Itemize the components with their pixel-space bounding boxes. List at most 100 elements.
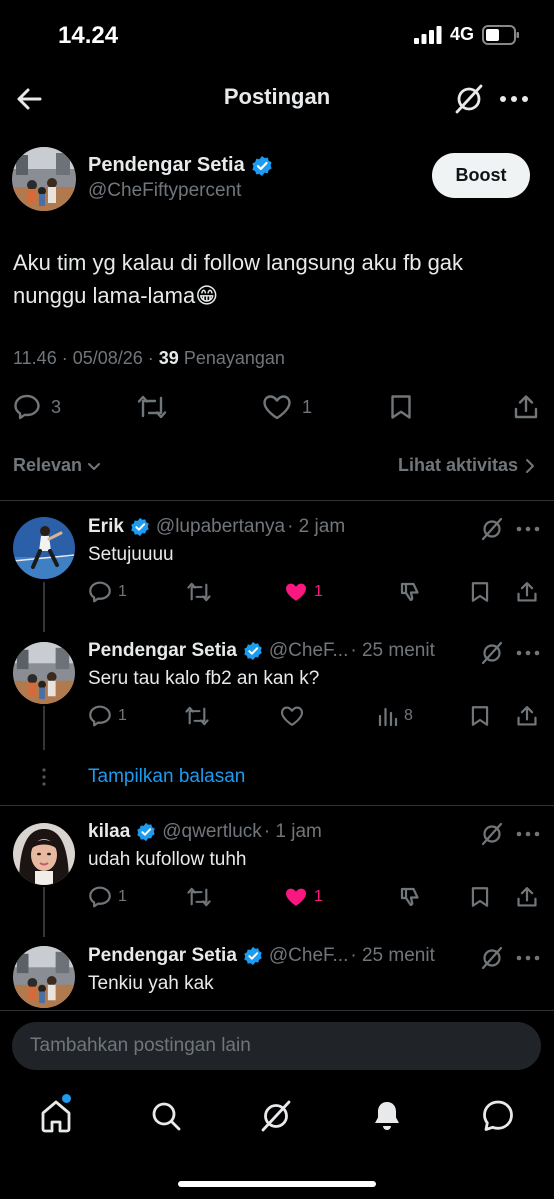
reply-author-handle[interactable]: @CheF... [269, 640, 348, 662]
share-action[interactable] [516, 886, 538, 908]
reply-author-handle[interactable]: @CheF... [269, 945, 348, 967]
reply-author-handle[interactable]: @qwertluck [162, 821, 262, 843]
share-icon [517, 887, 537, 907]
share-action[interactable] [513, 394, 539, 420]
like-action[interactable]: 1 [262, 394, 312, 420]
reply-icon [89, 886, 111, 908]
nav-home[interactable] [38, 1098, 74, 1134]
heart-filled-icon [286, 583, 306, 601]
reply-avatar[interactable] [13, 946, 75, 1008]
grok-button[interactable] [479, 516, 505, 542]
share-action[interactable] [516, 705, 538, 727]
reply-action[interactable]: 1 [88, 886, 127, 908]
thread-line [43, 582, 45, 632]
bookmark-action[interactable] [470, 581, 490, 603]
views-label: Penayangan [183, 348, 285, 368]
author-name-row[interactable]: Pendengar Setia [88, 154, 273, 177]
reply-text: Seru tau kalo fb2 an kan k? [88, 668, 320, 689]
share-action[interactable] [516, 581, 538, 603]
author-avatar[interactable] [12, 147, 76, 211]
more-horizontal-icon [516, 526, 540, 532]
reply-count: 1 [118, 888, 127, 905]
reply-time: · 25 menit [350, 640, 435, 661]
reply-avatar[interactable] [13, 517, 75, 579]
views-action[interactable]: 8 [378, 705, 413, 727]
reply-time: · 2 jam [287, 516, 346, 537]
repost-action[interactable] [184, 705, 210, 727]
grok-icon [455, 84, 483, 114]
heart-filled-icon [286, 888, 306, 906]
more-options-button[interactable] [515, 518, 541, 540]
nav-messages[interactable] [480, 1098, 516, 1134]
reply-header: Pendengar Setia @CheF... · 25 menit [88, 640, 435, 662]
downvote-action[interactable] [399, 886, 423, 908]
reply-text: udah kufollow tuhh [88, 849, 247, 870]
grok-button[interactable] [479, 640, 505, 666]
reply-author-name[interactable]: Pendengar Setia [88, 945, 237, 967]
repost-action[interactable] [136, 394, 168, 420]
grok-icon [481, 822, 503, 846]
repost-action[interactable] [186, 886, 212, 908]
like-action[interactable]: 1 [284, 886, 323, 908]
reply-text: Tenkiu yah kak [88, 973, 214, 994]
reply-author-name[interactable]: kilaa [88, 821, 130, 843]
nav-notifications[interactable] [369, 1098, 405, 1134]
reply-icon [89, 581, 111, 603]
grok-icon [481, 641, 503, 665]
sort-dropdown[interactable]: Relevan [13, 455, 102, 476]
signal-icon [413, 25, 442, 44]
status-time: 14.24 [58, 22, 119, 49]
grok-icon [481, 946, 503, 970]
heart-icon [280, 706, 304, 726]
thread-line [43, 887, 45, 937]
grok-icon [481, 517, 503, 541]
bookmark-action[interactable] [470, 886, 490, 908]
reply-avatar[interactable] [13, 823, 75, 885]
reply-avatar[interactable] [13, 642, 75, 704]
downvote-action[interactable] [399, 581, 423, 603]
more-options-button[interactable] [515, 823, 541, 845]
bookmark-icon [391, 395, 411, 419]
battery-icon [482, 24, 519, 45]
grok-button[interactable] [479, 945, 505, 971]
author-handle[interactable]: @CheFiftypercent [88, 180, 241, 202]
bell-icon [375, 1102, 399, 1130]
reply-header: Pendengar Setia @CheF... · 25 menit [88, 945, 435, 967]
notification-dot [62, 1094, 71, 1103]
reply-composer-input[interactable]: Tambahkan postingan lain [12, 1022, 541, 1070]
more-horizontal-icon [516, 650, 540, 656]
author-name[interactable]: Pendengar Setia [88, 154, 245, 177]
grok-button[interactable] [452, 82, 486, 116]
reply-action[interactable]: 1 [88, 705, 127, 727]
like-action[interactable]: 1 [284, 581, 323, 603]
home-icon [41, 1100, 71, 1133]
reply-action[interactable]: 1 [88, 581, 127, 603]
like-action[interactable] [280, 705, 304, 727]
more-options-button[interactable] [515, 642, 541, 664]
boost-button[interactable]: Boost [432, 153, 530, 198]
reply-author-name[interactable]: Erik [88, 516, 124, 538]
heart-icon [263, 395, 291, 420]
bookmark-action[interactable] [389, 394, 413, 420]
nav-search[interactable] [148, 1098, 184, 1134]
repost-action[interactable] [186, 581, 212, 603]
bookmark-action[interactable] [470, 705, 490, 727]
show-replies-link[interactable]: Tampilkan balasan [88, 766, 245, 788]
grok-button[interactable] [479, 821, 505, 847]
nav-grok[interactable] [258, 1098, 294, 1134]
more-horizontal-icon [516, 831, 540, 837]
post-meta: 11.46 · 05/08/26 · 39 Penayangan [13, 348, 285, 368]
reply-count: 1 [118, 583, 127, 600]
post-text: Aku tim yg kalau di follow langsung aku … [13, 250, 464, 308]
avatar-photo [13, 642, 75, 704]
more-options-button[interactable] [515, 947, 541, 969]
network-type: 4G [449, 24, 474, 44]
reply-action[interactable]: 3 [13, 394, 61, 420]
reply-author-name[interactable]: Pendengar Setia [88, 640, 237, 662]
more-options-button[interactable] [498, 84, 530, 114]
bookmark-icon [471, 887, 489, 907]
like-count: 1 [302, 396, 313, 417]
view-activity-link[interactable]: Lihat aktivitas [398, 455, 536, 476]
reply-count: 1 [118, 707, 127, 724]
reply-author-handle[interactable]: @lupabertanya [156, 516, 285, 538]
